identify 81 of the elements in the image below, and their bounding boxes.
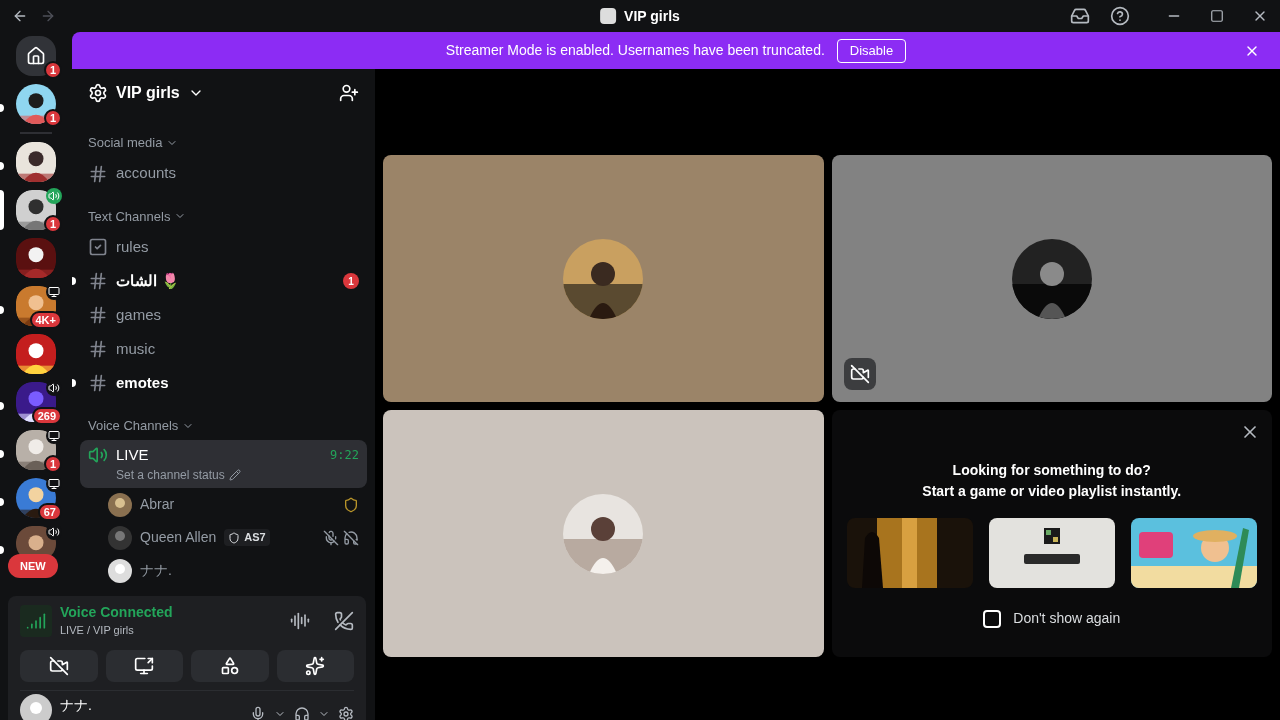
- category-label[interactable]: Voice Channels: [88, 416, 179, 436]
- activities-button[interactable]: [191, 650, 269, 682]
- channel-name: music: [116, 338, 156, 359]
- channel-item[interactable]: music: [80, 332, 367, 366]
- window-title: VIP girls: [624, 7, 680, 26]
- server-icon[interactable]: [16, 84, 56, 124]
- signal-icon: [26, 611, 46, 631]
- video-tile[interactable]: [383, 410, 824, 657]
- channel-name: rules: [116, 236, 149, 257]
- channel-name: LIVE: [116, 444, 149, 465]
- hash-icon: [88, 339, 108, 359]
- activity-heading: Looking for something to do?: [952, 461, 1151, 480]
- video-tile[interactable]: [831, 155, 1272, 402]
- new-pill[interactable]: NEW: [8, 554, 58, 578]
- voice-status: Voice Connected: [60, 604, 173, 622]
- channel-item[interactable]: games: [80, 298, 367, 332]
- voice-location[interactable]: LIVE / VIP girls: [60, 621, 173, 638]
- hash-icon: [88, 373, 108, 393]
- server-icon[interactable]: [16, 334, 56, 374]
- call-timer: 9:22: [330, 446, 359, 464]
- video-tile[interactable]: [383, 155, 824, 402]
- checklist-icon: [88, 237, 108, 257]
- back-icon[interactable]: [12, 8, 28, 24]
- shapes-icon: [219, 656, 240, 676]
- server-name[interactable]: VIP girls: [116, 81, 180, 105]
- tag-icon: [228, 531, 241, 544]
- hash-icon: [88, 163, 108, 184]
- camera-off-icon: [48, 656, 69, 676]
- camera-off-button[interactable]: [20, 650, 98, 682]
- camera-off-icon: [849, 364, 870, 384]
- hash-icon: [88, 305, 108, 325]
- gear-icon: [88, 83, 108, 103]
- help-icon[interactable]: [1110, 6, 1130, 26]
- member-name: Queen Allen: [140, 528, 217, 547]
- channel-status-hint: Set a channel status: [116, 467, 225, 484]
- voice-member[interactable]: ナナ.: [108, 554, 359, 587]
- speaker-icon: [88, 444, 108, 465]
- user-name: ナナ.: [60, 696, 92, 715]
- screen-share-button[interactable]: [105, 650, 183, 682]
- channel-item[interactable]: rules: [80, 230, 367, 264]
- disable-button[interactable]: Disable: [836, 38, 907, 63]
- server-icon: [600, 8, 617, 24]
- mention-badge: 67: [37, 503, 62, 521]
- checkbox-label: Don't show again: [1013, 609, 1121, 628]
- sound-wave-icon[interactable]: [290, 611, 310, 631]
- channel-name: games: [116, 304, 162, 325]
- server-icon[interactable]: [16, 142, 56, 182]
- channel-item[interactable]: accounts: [80, 156, 367, 191]
- mention-badge: 4K+: [29, 311, 62, 329]
- sparkle-icon: [305, 656, 326, 676]
- category-label[interactable]: Social media: [88, 133, 163, 153]
- clan-tag: AS7: [224, 529, 270, 546]
- channel-name: الشات 🌷: [116, 270, 181, 291]
- mention-badge: 1: [343, 273, 359, 289]
- channel-name: emotes: [116, 372, 169, 393]
- member-name: Abrar: [140, 495, 175, 514]
- settings-icon[interactable]: [338, 705, 354, 720]
- checkbox[interactable]: [983, 609, 1002, 628]
- channel-item[interactable]: emotes: [80, 366, 367, 400]
- mention-badge: 269: [31, 407, 62, 425]
- server-icon[interactable]: [16, 430, 56, 470]
- banner-text: Streamer Mode is enabled. Usernames have been truncated.: [445, 41, 825, 60]
- voice-channel[interactable]: LIVE 9:22 Set a channel status: [80, 439, 367, 488]
- invite-icon[interactable]: [339, 83, 359, 103]
- voice-member[interactable]: Abrar: [108, 488, 359, 521]
- disconnect-icon[interactable]: [334, 611, 354, 631]
- member-name: ナナ.: [140, 561, 172, 580]
- soundboard-button[interactable]: [276, 650, 354, 682]
- server-icon[interactable]: [16, 36, 56, 76]
- inbox-icon[interactable]: [1070, 6, 1090, 26]
- activity-subheading: Start a game or video playlist instantly.: [922, 482, 1182, 501]
- screen-share-icon: [134, 656, 155, 676]
- headphones-icon[interactable]: [294, 705, 310, 720]
- category-label[interactable]: Text Channels: [88, 206, 171, 226]
- voice-member[interactable]: Queen Allen AS7: [108, 521, 359, 554]
- pencil-icon: [228, 469, 241, 481]
- channel-name: accounts: [116, 163, 177, 184]
- maximize-icon[interactable]: [1210, 9, 1224, 23]
- server-icon[interactable]: [16, 238, 56, 278]
- hash-icon: [88, 271, 108, 291]
- mic-icon[interactable]: [250, 705, 266, 720]
